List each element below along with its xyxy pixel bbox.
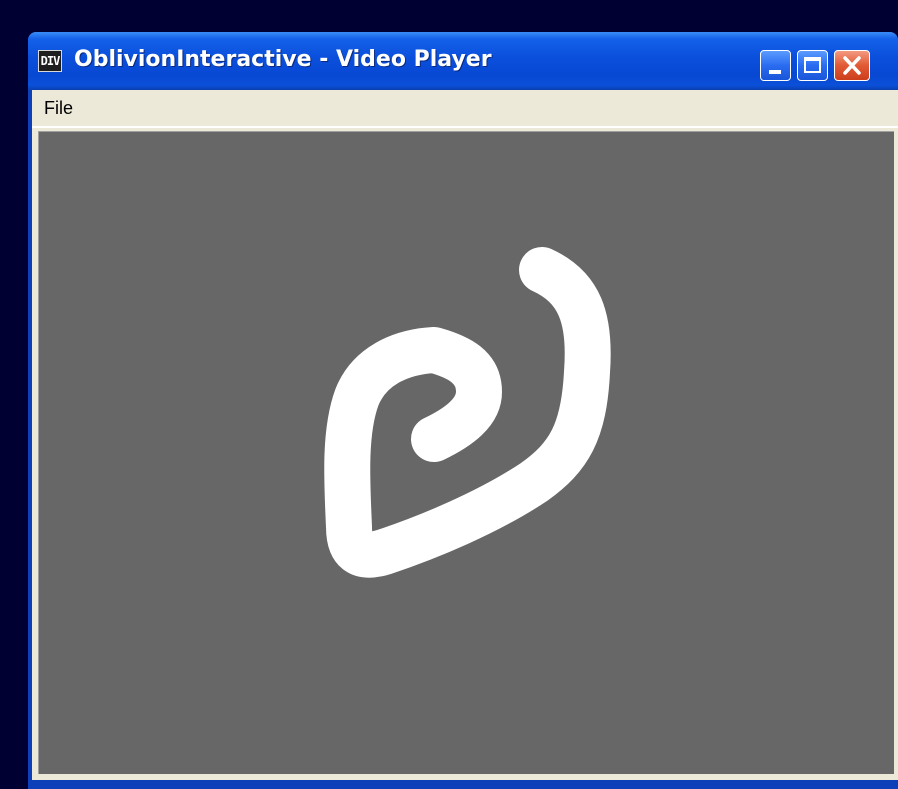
window-bottom-border <box>32 780 898 789</box>
video-content <box>324 247 611 578</box>
title-bar[interactable]: DIV OblivionInteractive - Video Player <box>28 32 898 90</box>
maximize-icon <box>804 57 821 73</box>
close-button[interactable] <box>834 50 870 81</box>
minimize-button[interactable] <box>760 50 791 81</box>
video-display[interactable] <box>38 131 894 774</box>
white-scribble-stroke <box>324 247 611 578</box>
video-frame <box>32 128 898 780</box>
minimize-icon <box>769 70 781 74</box>
close-icon <box>843 56 861 75</box>
menu-item-file[interactable]: File <box>44 98 73 119</box>
menu-bar: File <box>32 90 898 128</box>
video-player-window: DIV OblivionInteractive - Video Player F… <box>28 32 898 789</box>
maximize-button[interactable] <box>797 50 828 81</box>
window-title: OblivionInteractive - Video Player <box>74 47 492 72</box>
app-icon[interactable]: DIV <box>38 50 62 72</box>
